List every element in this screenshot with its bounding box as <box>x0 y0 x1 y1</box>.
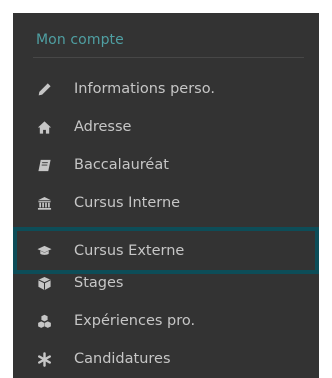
section-title: Mon compte <box>36 32 124 48</box>
account-sidebar-panel: Mon compte Informations perso. Adresse B… <box>13 13 319 378</box>
menu-item-label: Stages <box>74 275 124 291</box>
pencil-icon <box>36 81 52 97</box>
institution-icon <box>36 195 52 211</box>
menu-item-experiences-pro[interactable]: Expériences pro. <box>13 302 319 340</box>
menu-item-label: Adresse <box>74 119 132 135</box>
menu-item-candidatures[interactable]: Candidatures <box>13 340 319 378</box>
cubes-icon <box>36 313 52 329</box>
section-divider <box>33 57 304 58</box>
menu-item-label: Candidatures <box>74 351 171 367</box>
cube-icon <box>36 275 52 291</box>
menu-item-label: Informations perso. <box>74 81 215 97</box>
menu-item-label: Cursus Interne <box>74 195 181 211</box>
menu-item-label: Baccalauréat <box>74 157 169 173</box>
graduation-cap-icon <box>36 243 52 259</box>
asterisk-icon <box>36 351 52 367</box>
menu-item-cursus-interne[interactable]: Cursus Interne <box>13 184 319 222</box>
home-icon <box>36 119 52 135</box>
book-icon <box>36 157 52 173</box>
menu-item-baccalaureat[interactable]: Baccalauréat <box>13 146 319 184</box>
menu-item-adresse[interactable]: Adresse <box>13 108 319 146</box>
menu-item-label: Expériences pro. <box>74 313 196 329</box>
menu-item-informations-perso[interactable]: Informations perso. <box>13 70 319 108</box>
menu-item-stages[interactable]: Stages <box>13 264 319 302</box>
menu-item-label: Cursus Externe <box>74 242 185 259</box>
